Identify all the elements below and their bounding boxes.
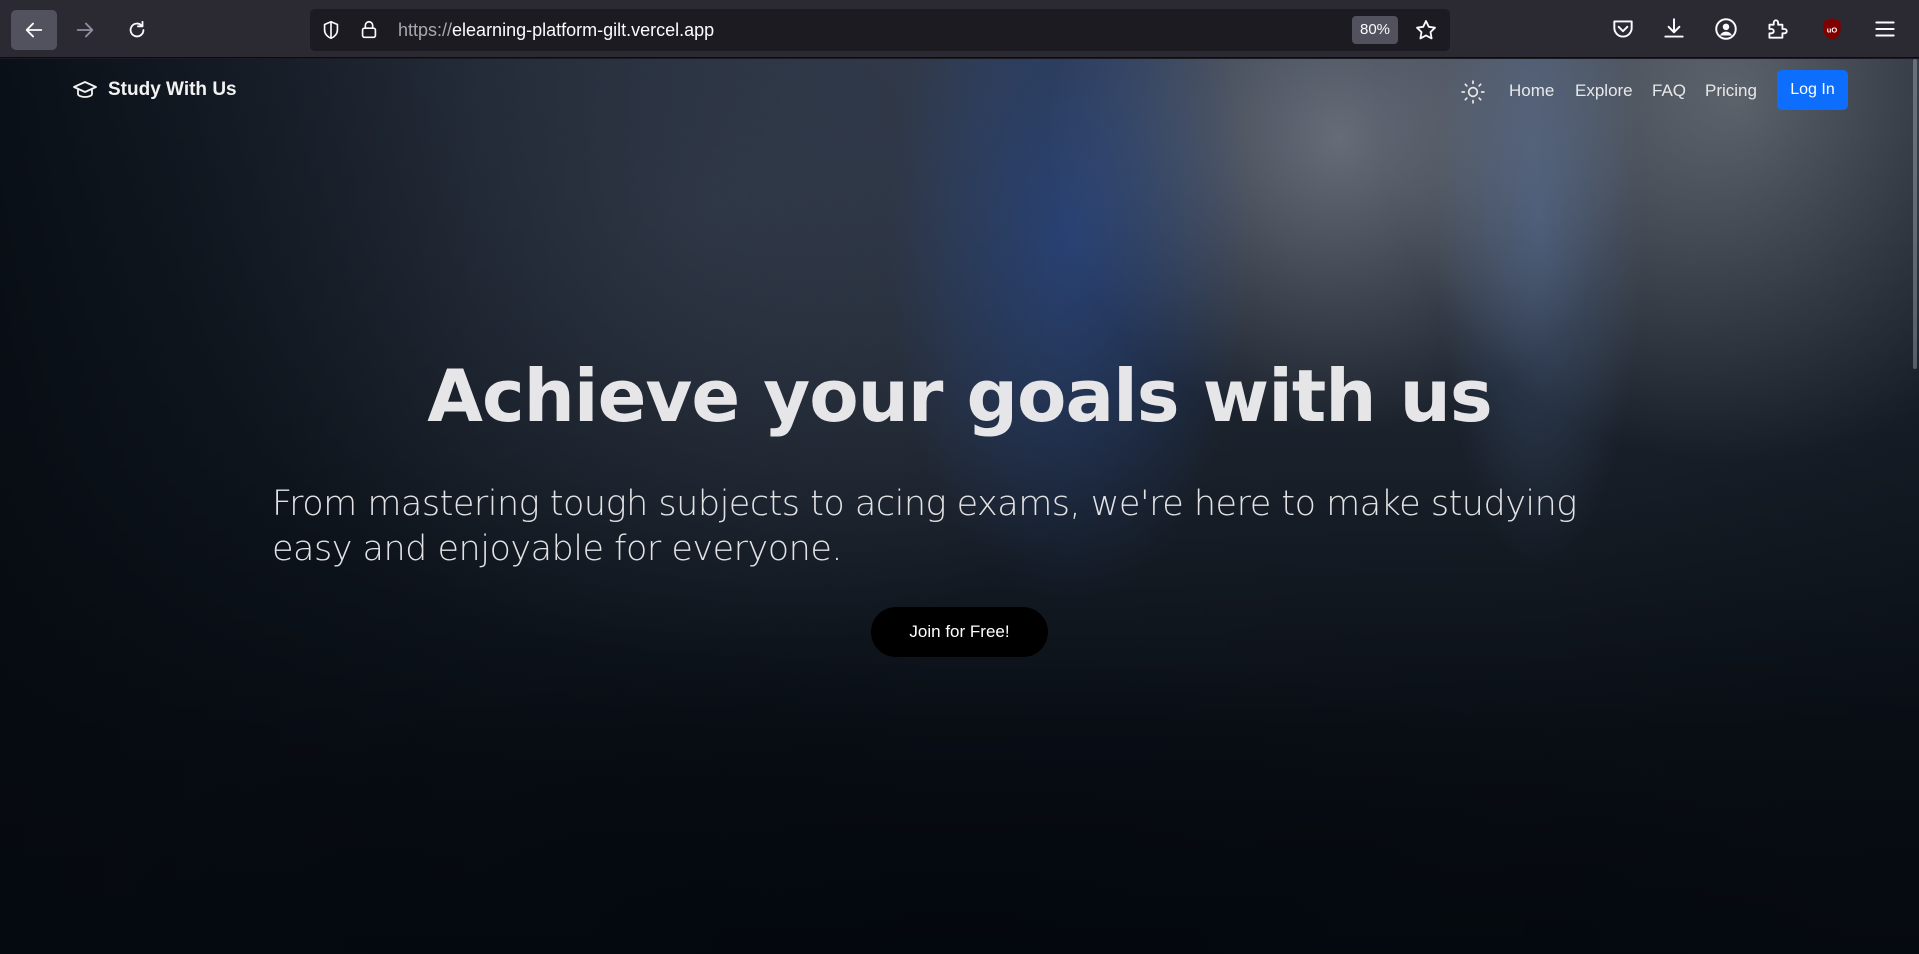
scrollbar-thumb[interactable] bbox=[1913, 59, 1917, 369]
pocket-icon bbox=[1613, 20, 1633, 38]
brand-link[interactable]: Study With Us bbox=[72, 79, 237, 101]
extensions-button[interactable] bbox=[1764, 16, 1790, 42]
hamburger-menu-icon bbox=[1875, 21, 1895, 37]
nav-link-explore[interactable]: Explore bbox=[1575, 81, 1633, 101]
nav-link-faq[interactable]: FAQ bbox=[1652, 81, 1686, 101]
back-button[interactable] bbox=[11, 10, 57, 50]
download-icon bbox=[1664, 18, 1684, 38]
puzzle-icon bbox=[1768, 19, 1788, 39]
forward-button[interactable] bbox=[62, 10, 108, 50]
sun-icon[interactable] bbox=[1460, 79, 1486, 105]
ublock-button[interactable]: uO bbox=[1819, 16, 1845, 42]
brand-name: Study With Us bbox=[108, 79, 237, 100]
nav-link-pricing[interactable]: Pricing bbox=[1705, 81, 1757, 101]
join-for-free-button[interactable]: Join for Free! bbox=[871, 607, 1048, 657]
browser-toolbar: https://elearning-platform-gilt.vercel.a… bbox=[0, 0, 1919, 58]
lock-icon[interactable] bbox=[358, 19, 380, 41]
pocket-button[interactable] bbox=[1610, 16, 1636, 42]
page-scrollbar[interactable] bbox=[1911, 59, 1919, 954]
site-navbar: Study With Us Home Explore FAQ Pricing L… bbox=[0, 59, 1919, 123]
reload-icon bbox=[129, 20, 145, 38]
page-viewport: Study With Us Home Explore FAQ Pricing L… bbox=[0, 59, 1919, 954]
url-scheme: https:// bbox=[398, 20, 453, 40]
downloads-button[interactable] bbox=[1661, 16, 1687, 42]
account-button[interactable] bbox=[1713, 16, 1739, 42]
ublock-origin-icon: uO bbox=[1823, 18, 1841, 40]
tracking-shield-icon[interactable] bbox=[320, 19, 342, 41]
address-bar[interactable]: https://elearning-platform-gilt.vercel.a… bbox=[310, 9, 1450, 51]
graduation-cap-icon bbox=[73, 81, 97, 98]
star-icon[interactable] bbox=[1414, 18, 1438, 42]
arrow-right-icon bbox=[76, 22, 94, 38]
reload-button[interactable] bbox=[114, 10, 160, 50]
nav-link-home[interactable]: Home bbox=[1509, 81, 1554, 101]
account-icon bbox=[1715, 18, 1737, 40]
login-button[interactable]: Log In bbox=[1777, 70, 1848, 110]
app-menu-button[interactable] bbox=[1872, 16, 1898, 42]
zoom-level-badge[interactable]: 80% bbox=[1352, 16, 1399, 44]
hero-subtitle: From mastering tough subjects to acing e… bbox=[272, 484, 1577, 569]
url-text[interactable]: https://elearning-platform-gilt.vercel.a… bbox=[398, 20, 714, 41]
arrow-left-icon bbox=[25, 22, 43, 38]
hero-title: Achieve your goals with us bbox=[427, 354, 1492, 438]
url-host: elearning-platform-gilt.vercel.app bbox=[452, 20, 715, 40]
svg-text:uO: uO bbox=[1827, 25, 1838, 34]
